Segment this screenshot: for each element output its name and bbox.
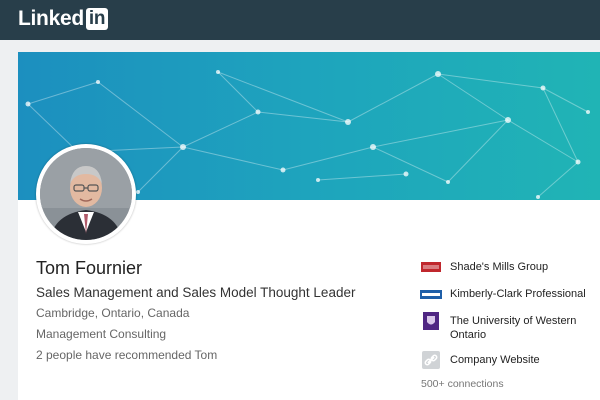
education-label: The University of Western Ontario <box>450 315 577 341</box>
current-company-label: Shade's Mills Group <box>450 261 549 273</box>
profile-highlights: Shade's Mills Group Kimberly-Clark Profe… <box>420 258 600 390</box>
kimberly-clark-logo-icon <box>420 285 442 303</box>
current-company-item[interactable]: Shade's Mills Group <box>420 258 600 276</box>
profile-headline: Sales Management and Sales Model Thought… <box>36 285 356 300</box>
linkedin-logo[interactable]: Linked in <box>18 6 109 32</box>
connections-count[interactable]: 500+ connections <box>421 378 600 390</box>
person-photo-icon <box>40 148 132 240</box>
profile-location: Cambridge, Ontario, Canada <box>36 306 190 320</box>
shades-mills-logo-icon <box>420 258 442 276</box>
profile-card: Tom Fournier Sales Management and Sales … <box>18 52 600 400</box>
logo-in-badge: in <box>85 8 109 30</box>
top-navigation-bar: Linked in <box>0 0 600 40</box>
profile-name: Tom Fournier <box>36 258 143 278</box>
logo-text: Linked <box>18 7 84 30</box>
previous-company-label: Kimberly-Clark Professional <box>450 288 586 300</box>
western-ontario-crest-icon <box>420 312 442 330</box>
previous-company-item[interactable]: Kimberly-Clark Professional <box>420 285 600 303</box>
profile-photo[interactable] <box>36 144 136 244</box>
company-website-item[interactable]: Company Website <box>420 351 600 369</box>
profile-recommendations[interactable]: 2 people have recommended Tom <box>36 348 217 362</box>
education-item[interactable]: The University of Western Ontario <box>420 312 600 342</box>
company-website-label: Company Website <box>450 354 540 366</box>
link-icon <box>420 351 442 369</box>
profile-industry: Management Consulting <box>36 327 167 341</box>
